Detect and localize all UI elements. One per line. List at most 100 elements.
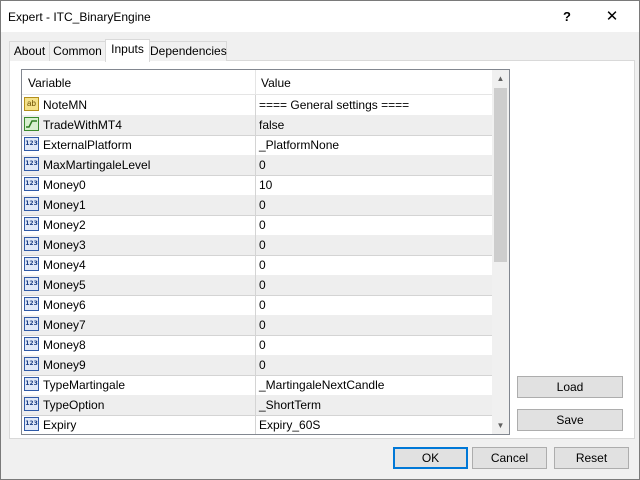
table-row[interactable]: 123 Expiry Expiry_60S — [22, 415, 492, 434]
variable-name: Expiry — [43, 418, 77, 432]
help-button[interactable]: ? — [556, 7, 578, 27]
variable-name: ExternalPlatform — [43, 138, 132, 152]
save-button[interactable]: Save — [517, 409, 623, 431]
column-divider — [255, 375, 256, 395]
grid-header: Variable Value — [22, 70, 492, 95]
variable-name: Money8 — [43, 338, 86, 352]
expert-dialog: Expert - ITC_BinaryEngine ? ✕ About Comm… — [0, 0, 640, 480]
variable-value[interactable]: 0 — [259, 298, 266, 312]
variable-value[interactable]: 0 — [259, 218, 266, 232]
variable-value[interactable]: 0 — [259, 158, 266, 172]
variable-name: Money7 — [43, 318, 86, 332]
variable-name: NoteMN — [43, 98, 88, 112]
table-row[interactable]: 123 ExternalPlatform _PlatformNone — [22, 135, 492, 156]
variable-value[interactable]: 0 — [259, 338, 266, 352]
header-divider[interactable] — [255, 70, 256, 94]
tab-common[interactable]: Common — [49, 41, 106, 61]
scrollbar-thumb[interactable] — [494, 88, 507, 262]
column-divider — [255, 355, 256, 375]
variable-value[interactable]: _PlatformNone — [259, 138, 339, 152]
bool-icon — [24, 117, 39, 131]
close-button[interactable]: ✕ — [601, 7, 623, 27]
table-row[interactable]: 123 MaxMartingaleLevel 0 — [22, 155, 492, 176]
column-divider — [255, 175, 256, 195]
number-icon: 123 — [24, 417, 39, 431]
ok-button[interactable]: OK — [393, 447, 468, 469]
column-divider — [255, 235, 256, 255]
table-row[interactable]: 123 Money5 0 — [22, 275, 492, 296]
variable-value[interactable]: 0 — [259, 358, 266, 372]
column-divider — [255, 275, 256, 295]
number-icon: 123 — [24, 197, 39, 211]
number-icon: 123 — [24, 297, 39, 311]
variable-name: Money1 — [43, 198, 86, 212]
column-divider — [255, 315, 256, 335]
number-icon: 123 — [24, 137, 39, 151]
table-row[interactable]: 123 Money9 0 — [22, 355, 492, 376]
text-icon: ab — [24, 97, 39, 111]
table-row[interactable]: 123 TypeMartingale _MartingaleNextCandle — [22, 375, 492, 396]
title-bar: Expert - ITC_BinaryEngine ? ✕ — [1, 1, 639, 32]
cancel-button[interactable]: Cancel — [472, 447, 547, 469]
scroll-up-arrow-icon[interactable]: ▲ — [492, 70, 509, 87]
variable-value[interactable]: 0 — [259, 258, 266, 272]
table-row[interactable]: 123 Money0 10 — [22, 175, 492, 196]
number-icon: 123 — [24, 177, 39, 191]
number-icon: 123 — [24, 397, 39, 411]
window-title: Expert - ITC_BinaryEngine — [8, 10, 151, 24]
variable-value[interactable]: 0 — [259, 198, 266, 212]
variable-value[interactable]: 0 — [259, 318, 266, 332]
number-icon: 123 — [24, 257, 39, 271]
variable-value[interactable]: _ShortTerm — [259, 398, 321, 412]
column-divider — [255, 255, 256, 275]
variable-name: Money6 — [43, 298, 86, 312]
variable-value[interactable]: _MartingaleNextCandle — [259, 378, 384, 392]
table-row[interactable]: 123 Money2 0 — [22, 215, 492, 236]
variable-value[interactable]: false — [259, 118, 284, 132]
variable-value[interactable]: 0 — [259, 278, 266, 292]
variable-name: Money5 — [43, 278, 86, 292]
table-row[interactable]: 123 Money8 0 — [22, 335, 492, 356]
table-row[interactable]: 123 Money1 0 — [22, 195, 492, 216]
tab-dependencies[interactable]: Dependencies — [149, 41, 227, 61]
variable-name: Money0 — [43, 178, 86, 192]
column-divider — [255, 415, 256, 434]
variable-value[interactable]: 0 — [259, 238, 266, 252]
column-header-value[interactable]: Value — [261, 76, 291, 90]
variable-name: Money2 — [43, 218, 86, 232]
column-header-variable[interactable]: Variable — [28, 76, 71, 90]
load-button[interactable]: Load — [517, 376, 623, 398]
table-row[interactable]: ab NoteMN ==== General settings ==== — [22, 95, 492, 116]
reset-button[interactable]: Reset — [554, 447, 629, 469]
table-row[interactable]: 123 Money6 0 — [22, 295, 492, 316]
table-row[interactable]: 123 Money3 0 — [22, 235, 492, 256]
variable-value[interactable]: ==== General settings ==== — [259, 98, 409, 112]
table-row[interactable]: 123 Money4 0 — [22, 255, 492, 276]
variable-name: TradeWithMT4 — [43, 118, 122, 132]
number-icon: 123 — [24, 157, 39, 171]
table-row[interactable]: 123 Money7 0 — [22, 315, 492, 336]
column-divider — [255, 195, 256, 215]
column-divider — [255, 115, 256, 135]
number-icon: 123 — [24, 217, 39, 231]
vertical-scrollbar[interactable]: ▲ ▼ — [492, 70, 509, 434]
variable-name: TypeOption — [43, 398, 105, 412]
column-divider — [255, 155, 256, 175]
inputs-grid[interactable]: Variable Value ab NoteMN ==== General sett… — [21, 69, 510, 435]
table-row[interactable]: TradeWithMT4 false — [22, 115, 492, 136]
variable-name: Money9 — [43, 358, 86, 372]
variable-name: MaxMartingaleLevel — [43, 158, 151, 172]
column-divider — [255, 335, 256, 355]
number-icon: 123 — [24, 277, 39, 291]
number-icon: 123 — [24, 237, 39, 251]
variable-name: Money4 — [43, 258, 86, 272]
variable-name: TypeMartingale — [43, 378, 126, 392]
variable-value[interactable]: Expiry_60S — [259, 418, 320, 432]
number-icon: 123 — [24, 317, 39, 331]
column-divider — [255, 395, 256, 415]
scroll-down-arrow-icon[interactable]: ▼ — [492, 417, 509, 434]
table-row[interactable]: 123 TypeOption _ShortTerm — [22, 395, 492, 416]
tab-inputs[interactable]: Inputs — [105, 39, 150, 62]
tab-about[interactable]: About — [9, 41, 50, 61]
variable-value[interactable]: 10 — [259, 178, 272, 192]
